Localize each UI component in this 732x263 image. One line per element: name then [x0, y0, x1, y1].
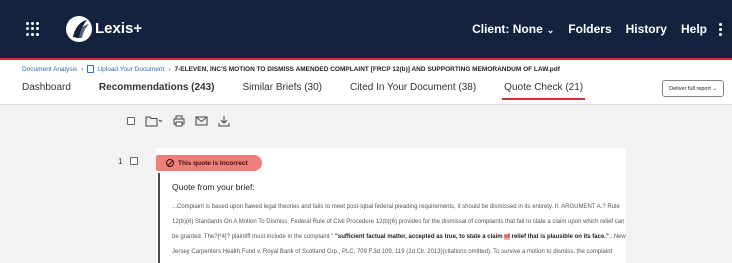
deliver-full-report-button[interactable]: Deliver full report ⌄ [662, 80, 724, 97]
chevron-down-icon: ⌄ [546, 25, 555, 35]
brand-name[interactable]: Lexis+ [95, 20, 142, 37]
document-icon [87, 65, 95, 73]
top-navbar: Lexis+ Client: None ⌄ Folders History Hel… [0, 0, 732, 60]
quote-bold-text: "sufficient factual matter, accepted as … [335, 234, 505, 240]
client-label: Client: None [472, 22, 543, 36]
breadcrumb-separator-icon: › [168, 65, 171, 73]
breadcrumb-current-file: 7-ELEVEN, INC'S MOTION TO DISMISS AMENDE… [174, 65, 560, 73]
tab-cited-in-document[interactable]: Cited In Your Document (38) [350, 82, 476, 100]
nav-help-link[interactable]: Help [681, 22, 707, 36]
folder-icon[interactable] [145, 115, 163, 127]
nav-folders-link[interactable]: Folders [568, 22, 611, 36]
select-all-checkbox[interactable] [127, 117, 135, 125]
email-icon[interactable] [195, 115, 208, 127]
page-header: Document Analysis › Upload Your Document… [0, 60, 732, 105]
tab-similar-briefs[interactable]: Similar Briefs (30) [243, 82, 322, 100]
client-selector[interactable]: Client: None ⌄ [472, 22, 554, 36]
result-checkbox[interactable] [130, 157, 138, 165]
breadcrumb-upload-document[interactable]: Upload Your Document [97, 66, 164, 73]
print-icon[interactable] [173, 115, 185, 127]
breadcrumb-separator-icon: › [81, 65, 84, 73]
status-badge-label: This quote is Incorrect [178, 159, 248, 167]
quote-heading: Quote from your brief: [172, 182, 255, 192]
deliver-button-label: Deliver full report [669, 85, 711, 92]
download-icon[interactable] [218, 115, 230, 127]
app-launcher-icon[interactable] [26, 22, 40, 36]
breadcrumb-document-analysis[interactable]: Document Analysis [22, 66, 77, 73]
quote-text: ...Complaint is based upon flawed legal … [172, 200, 626, 263]
more-options-icon[interactable] [719, 22, 722, 36]
quote-block: Quote from your brief: ...Complaint is b… [158, 173, 626, 263]
status-badge: This quote is Incorrect [156, 155, 262, 171]
tab-bar: Dashboard Recommendations (243) Similar … [22, 82, 611, 100]
prohibited-icon [166, 159, 174, 167]
result-number: 1 [118, 157, 123, 166]
lexis-logo-icon [66, 16, 92, 42]
nav-history-link[interactable]: History [626, 22, 667, 36]
tab-recommendations[interactable]: Recommendations (243) [99, 82, 215, 100]
result-toolbar [127, 115, 240, 127]
tab-quote-check[interactable]: Quote Check (21) [502, 82, 586, 100]
chevron-down-icon: ⌄ [712, 85, 717, 92]
quote-bold-text: relief that is plausible on its face." [509, 234, 609, 240]
breadcrumb: Document Analysis › Upload Your Document… [22, 65, 560, 73]
tab-dashboard[interactable]: Dashboard [22, 82, 71, 100]
